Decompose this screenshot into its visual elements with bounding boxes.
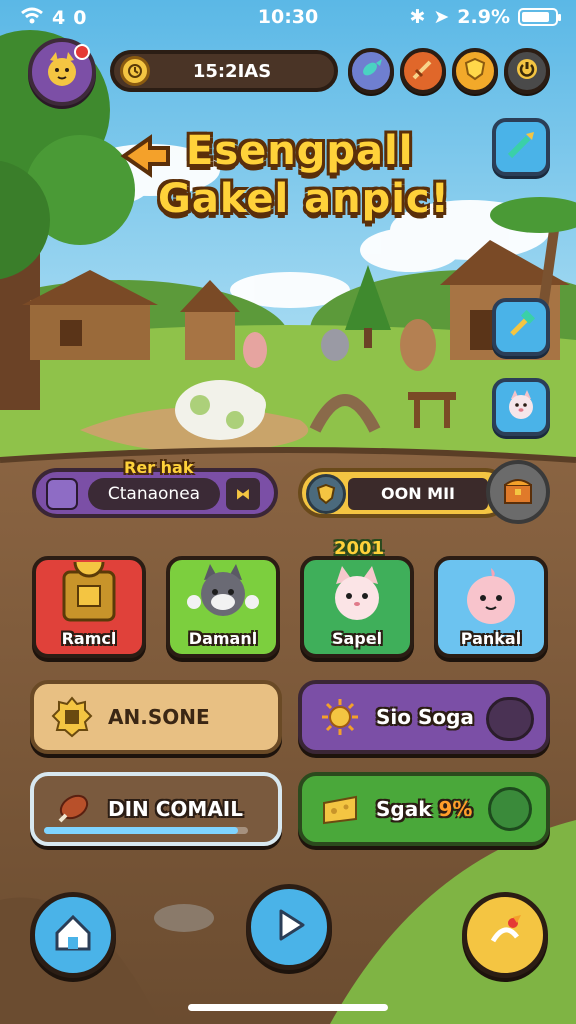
inventory-field: Ctanaonea	[88, 478, 220, 510]
bear-box-icon	[62, 562, 116, 622]
inventory-label: Rer hak	[124, 458, 194, 477]
sword-button[interactable]	[400, 48, 446, 94]
resource-bar[interactable]: OON MII	[298, 468, 510, 518]
card-label: Pankal	[460, 629, 522, 648]
action-accent: 9%	[438, 797, 473, 821]
home-indicator	[188, 1004, 388, 1011]
title-line-1: Esengpall	[186, 128, 414, 174]
home-icon	[51, 911, 95, 959]
brush-icon	[504, 128, 538, 166]
character-card-damanl[interactable]: Damanl	[166, 556, 280, 658]
bluetooth-icon: ✱	[409, 6, 426, 28]
action-button-sgak[interactable]: Sgak 9%	[298, 772, 550, 846]
resource-field: OON MII	[348, 478, 488, 510]
avatar-button[interactable]	[28, 38, 96, 106]
play-icon	[269, 905, 309, 949]
home-button[interactable]	[30, 892, 116, 978]
special-icon	[483, 911, 527, 959]
action-button-din-comail[interactable]: DIN COMAIL	[30, 772, 282, 846]
pet-dog-icon	[503, 387, 539, 427]
fish-button[interactable]	[348, 48, 394, 94]
gray-cat-icon	[187, 564, 259, 616]
play-button[interactable]	[246, 884, 332, 970]
sun-icon	[318, 695, 362, 739]
clock-icon	[120, 56, 150, 86]
character-card-ramcl[interactable]: Ramcl	[32, 556, 146, 658]
card-label: Sapel	[331, 629, 383, 648]
side-tool-button[interactable]	[492, 118, 550, 176]
bowtie-icon[interactable]: ⧓	[226, 478, 260, 510]
action-label: Sgak 9%	[376, 797, 472, 821]
fish-icon	[358, 56, 384, 86]
side-craft-button[interactable]	[492, 298, 550, 356]
action-button-sio-soga[interactable]: Sio Soga	[298, 680, 550, 754]
hammer-icon	[504, 308, 538, 346]
toggle-slot[interactable]	[486, 697, 534, 741]
side-pet-button[interactable]	[492, 378, 550, 436]
location-icon: ➤	[433, 6, 450, 28]
character-card-pankal[interactable]: Pankal	[434, 556, 548, 658]
pink-cat-icon	[335, 566, 379, 620]
gold-shield-icon	[462, 56, 488, 86]
card-label: Damanl	[188, 629, 258, 648]
shield-button[interactable]	[452, 48, 498, 94]
battery-percent: 2.9%	[457, 6, 510, 28]
meat-icon	[50, 787, 94, 831]
progress-bar	[44, 827, 248, 834]
treasure-chest-icon	[499, 471, 537, 513]
gem-jar-icon	[46, 478, 78, 510]
character-card-sapel[interactable]: Sapel	[300, 556, 414, 658]
power-button[interactable]	[504, 48, 550, 94]
sun-badge-icon	[50, 695, 94, 739]
action-label: AN.SONE	[108, 705, 210, 729]
card-label: Ramcl	[61, 629, 117, 648]
special-button[interactable]	[462, 892, 548, 978]
leaf-icon[interactable]	[488, 787, 532, 831]
notification-badge	[74, 44, 90, 60]
action-label: Sio Soga	[376, 705, 474, 729]
timer-text: 15:2IAS	[192, 60, 272, 82]
shield-emblem-icon	[306, 474, 346, 514]
battery-icon	[518, 8, 561, 26]
pink-blob-icon	[467, 568, 515, 624]
title-line-2: Gakel anpic!	[158, 176, 450, 222]
action-label: DIN COMAIL	[108, 797, 243, 821]
sword-icon	[410, 56, 436, 86]
game-title: Esengpall Gakel anpic!	[118, 128, 458, 222]
power-icon	[514, 56, 540, 86]
cheese-icon	[318, 787, 362, 831]
chest-button[interactable]	[486, 460, 550, 524]
action-button-ansone[interactable]: AN.SONE	[30, 680, 282, 754]
timer-display: 15:2IAS	[110, 50, 338, 92]
action-label-text: Sgak	[376, 797, 432, 821]
status-bar: 4 0 10:30 ✱ ➤ 2.9%	[0, 0, 576, 36]
